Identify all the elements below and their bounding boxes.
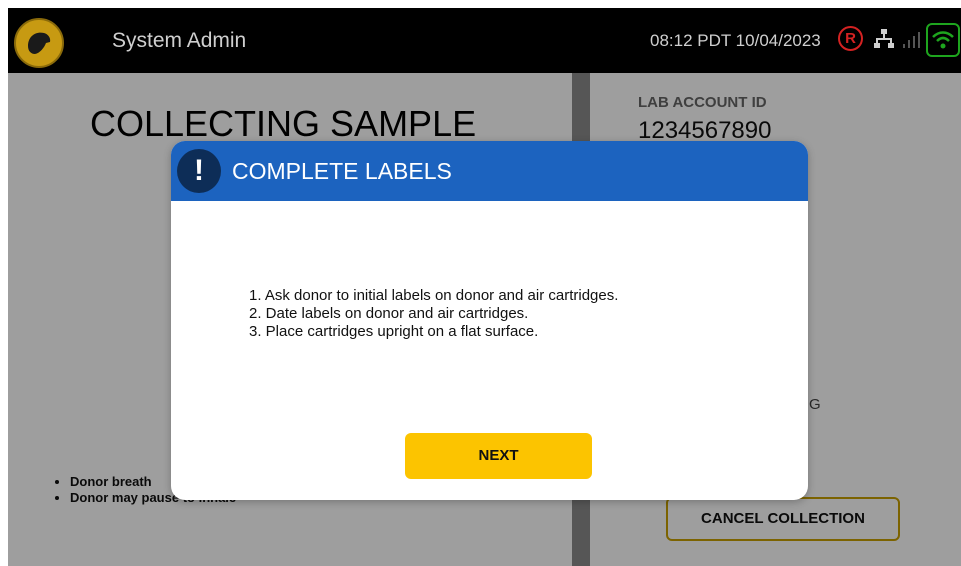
top-bar: System Admin 08:12 PDT 10/04/2023 R: [8, 8, 961, 73]
wifi-icon: [926, 23, 960, 57]
dialog-instructions: 1. Ask donor to initial labels on donor …: [249, 287, 618, 341]
dog-logo-icon: [14, 18, 64, 68]
complete-labels-dialog: ! COMPLETE LABELS 1. Ask donor to initia…: [171, 141, 808, 500]
dialog-header: ! COMPLETE LABELS: [171, 141, 808, 201]
instruction-item: 3. Place cartridges upright on a flat su…: [249, 323, 539, 340]
app-title: System Admin: [112, 29, 247, 52]
dialog-title: COMPLETE LABELS: [232, 158, 452, 184]
instruction-item: 2. Date labels on donor and air cartridg…: [249, 305, 529, 322]
registered-icon: R: [838, 26, 863, 51]
alert-icon: !: [177, 149, 221, 193]
signal-icon: [902, 28, 922, 55]
network-icon: [874, 28, 894, 55]
next-button[interactable]: NEXT: [405, 433, 592, 479]
instruction-item: 1. Ask donor to initial labels on donor …: [249, 287, 619, 304]
date-time: 08:12 PDT 10/04/2023: [650, 31, 821, 50]
app-window: System Admin 08:12 PDT 10/04/2023 R COLL…: [8, 8, 961, 566]
